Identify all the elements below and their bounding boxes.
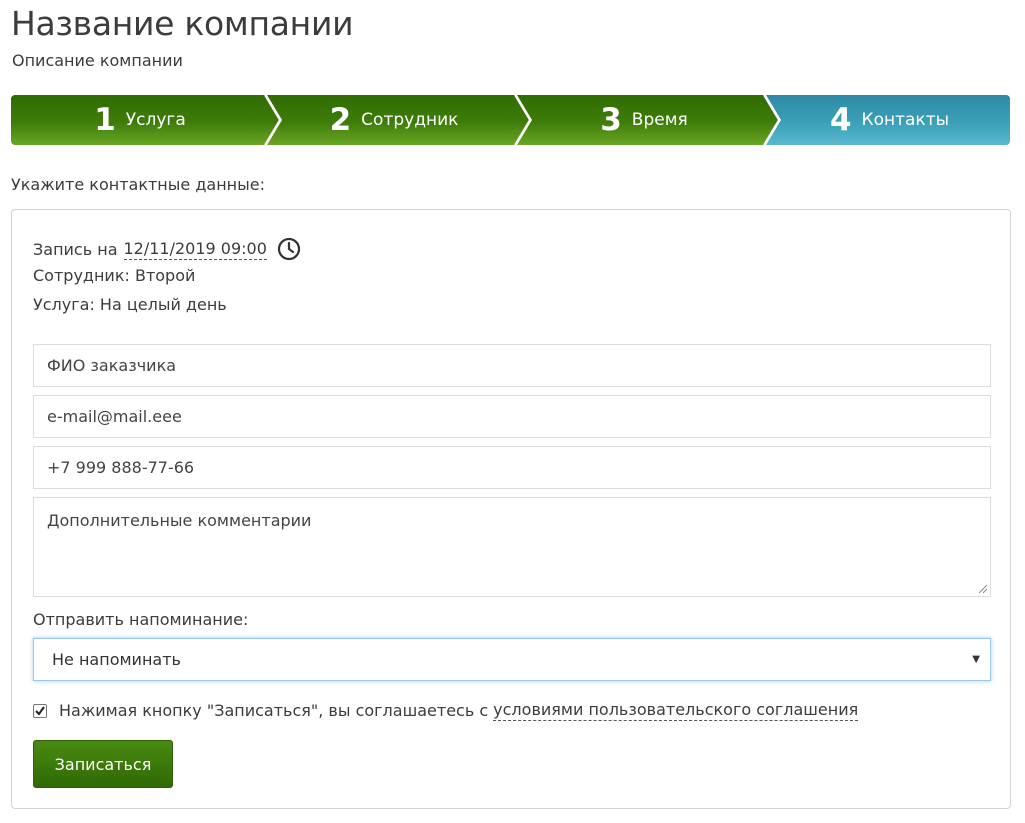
step-label: Услуга — [125, 110, 186, 130]
reminder-select[interactable]: Не напоминать ▼ — [33, 638, 991, 681]
booking-wizard: 1 Услуга 2 Сотрудник 3 Время 4 Контакты — [11, 95, 1010, 145]
step-number: 4 — [829, 101, 852, 138]
wizard-step-contacts[interactable]: 4 Контакты — [769, 95, 1010, 145]
agreement-checkbox[interactable] — [33, 703, 47, 718]
checkmark-icon — [35, 705, 45, 716]
booking-service: Услуга: На целый день — [33, 295, 227, 314]
terms-link[interactable]: условиями пользовательского соглашения — [493, 700, 859, 721]
agreement-text: Нажимая кнопку "Записаться", вы соглашае… — [59, 701, 489, 720]
step-label: Сотрудник — [361, 110, 459, 130]
dropdown-caret-icon: ▼ — [972, 654, 980, 665]
contact-form-panel: Запись на 12/11/2019 09:00 Сотрудник: Вт… — [11, 209, 1011, 809]
email-input[interactable]: e-mail@mail.eee — [33, 395, 991, 438]
comment-textarea[interactable]: Дополнительные комментарии — [33, 497, 991, 597]
company-name: Название компании — [11, 4, 354, 43]
phone-input[interactable]: +7 999 888-77-66 — [33, 446, 991, 489]
booking-datetime-link[interactable]: 12/11/2019 09:00 — [123, 239, 267, 260]
agreement-row: Нажимая кнопку "Записаться", вы соглашае… — [33, 700, 859, 721]
step-label: Контакты — [861, 110, 950, 130]
submit-button[interactable]: Записаться — [33, 740, 173, 788]
booking-date-line: Запись на 12/11/2019 09:00 — [33, 237, 301, 261]
step-number: 3 — [600, 101, 622, 138]
reminder-label: Отправить напоминание: — [33, 610, 249, 629]
step-label: Время — [631, 110, 688, 130]
booking-date-prefix: Запись на — [33, 239, 118, 259]
contact-prompt: Укажите контактные данные: — [11, 175, 265, 194]
step-number: 2 — [329, 101, 352, 138]
booking-employee: Сотрудник: Второй — [33, 266, 196, 285]
wizard-step-service[interactable]: 1 Услуга — [11, 95, 269, 145]
step-number: 1 — [94, 101, 116, 138]
customer-name-input[interactable]: ФИО заказчика — [33, 344, 991, 387]
company-description: Описание компании — [12, 51, 183, 70]
resize-grip-icon[interactable] — [978, 584, 988, 594]
wizard-step-time[interactable]: 3 Время — [519, 95, 769, 145]
clock-icon[interactable] — [277, 237, 301, 261]
wizard-step-employee[interactable]: 2 Сотрудник — [269, 95, 519, 145]
comment-placeholder: Дополнительные комментарии — [47, 511, 312, 530]
reminder-selected-value: Не напоминать — [52, 650, 181, 669]
